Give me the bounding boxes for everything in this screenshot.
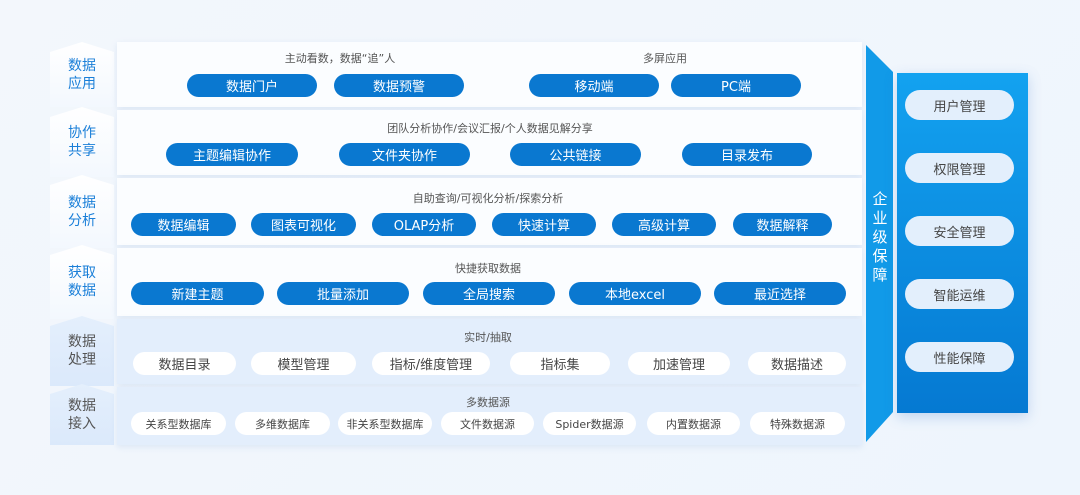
layer-label-text: 数据接入 (68, 397, 96, 432)
layer-label: 协作共享 (50, 107, 114, 177)
module-pill: 图表可视化 (251, 213, 356, 236)
layer-row: 快捷获取数据新建主题 批量添加 全局搜索 本地excel 最近选择 (117, 248, 862, 316)
module-pill: 指标集 (510, 352, 610, 375)
module-pill: 最近选择 (714, 282, 846, 305)
guarantee-pill: 性能保障 (905, 342, 1014, 372)
guarantee-pill: 用户管理 (905, 90, 1014, 120)
module-pill: 特殊数据源 (750, 412, 845, 435)
layer-subtitle: 实时/抽取 (464, 331, 512, 344)
module-pill: 快速计算 (492, 213, 596, 236)
layer-subtitle: 自助查询/可视化分析/探索分析 (412, 192, 564, 205)
layer-subtitle: 多数据源 (466, 396, 510, 409)
module-pill: 关系型数据库 (131, 412, 226, 435)
module-pill: 全局搜索 (423, 282, 555, 305)
guarantee-pill: 智能运维 (905, 279, 1014, 309)
module-pill: 主题编辑协作 (166, 143, 298, 166)
layer-label-text: 获取数据 (68, 265, 96, 299)
module-pill: PC端 (671, 74, 801, 97)
module-pill: 指标/维度管理 (372, 352, 490, 375)
module-pill: 新建主题 (131, 282, 264, 305)
module-pill: 公共链接 (510, 143, 641, 166)
module-pill: 内置数据源 (647, 412, 740, 435)
module-pill: 数据描述 (748, 352, 846, 375)
module-pill: Spider数据源 (543, 412, 636, 435)
guarantee-pill: 安全管理 (905, 216, 1014, 246)
layer-subtitle: 团队分析协作/会议汇报/个人数据见解分享 (387, 122, 593, 135)
layer-label: 获取数据 (50, 245, 114, 319)
layer-row: 团队分析协作/会议汇报/个人数据见解分享主题编辑协作 文件夹协作 公共链接 目录发布 (117, 110, 862, 175)
layer-label: 数据接入 (50, 384, 114, 445)
layer-row: 自助查询/可视化分析/探索分析数据编辑 图表可视化 OLAP分析 快速计算 高级计算 数据… (117, 178, 862, 245)
enterprise-guarantee-title: 企业级保障 (872, 190, 888, 284)
guarantee-pill: 权限管理 (905, 153, 1014, 183)
layer-subtitle: 主动看数，数据“追”人 (284, 52, 396, 65)
module-pill: 批量添加 (277, 282, 409, 305)
layer-label: 数据处理 (50, 316, 114, 386)
module-pill: 高级计算 (612, 213, 716, 236)
layer-row: 多数据源关系型数据库 多维数据库 非关系型数据库 文件数据源 Spider数据源 内置数据… (117, 387, 862, 445)
layer-label-text: 协作共享 (68, 125, 96, 159)
module-pill: 数据预警 (334, 74, 464, 97)
layer-label-text: 数据处理 (68, 334, 96, 368)
module-pill: OLAP分析 (372, 213, 476, 236)
module-pill: 数据解释 (733, 213, 832, 236)
layer-label-text: 数据应用 (68, 57, 96, 92)
layer-row: 实时/抽取数据目录 模型管理 指标/维度管理 指标集 加速管理 数据描述 (117, 319, 862, 384)
layer-label-text: 数据分析 (68, 194, 96, 229)
module-pill: 数据门户 (187, 74, 317, 97)
layer-label: 数据分析 (50, 175, 114, 248)
module-pill: 数据目录 (133, 352, 236, 375)
module-pill: 多维数据库 (235, 412, 330, 435)
module-pill: 加速管理 (628, 352, 730, 375)
module-pill: 数据编辑 (131, 213, 236, 236)
layer-row: 主动看数，数据“追”人数据门户 数据预警 多屏应用移动端 PC端 (117, 42, 862, 107)
module-pill: 移动端 (529, 74, 659, 97)
module-pill: 非关系型数据库 (338, 412, 432, 435)
module-pill: 文件数据源 (441, 412, 534, 435)
layer-subtitle: 快捷获取数据 (455, 262, 521, 275)
module-pill: 本地excel (569, 282, 701, 305)
layer-subtitle: 多屏应用 (643, 52, 687, 65)
enterprise-guarantee-panel: 用户管理权限管理安全管理智能运维性能保障 (897, 73, 1028, 413)
module-pill: 模型管理 (251, 352, 356, 375)
module-pill: 目录发布 (682, 143, 812, 166)
layer-label: 数据应用 (50, 42, 114, 107)
module-pill: 文件夹协作 (339, 143, 470, 166)
